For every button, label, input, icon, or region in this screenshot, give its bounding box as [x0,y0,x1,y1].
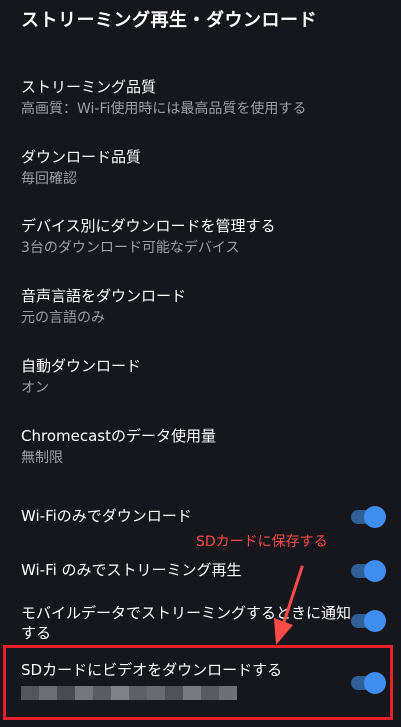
streaming-download-settings-screen: ストリーミング再生・ダウンロード ストリーミング品質 高画質：Wi-Fi使用時に… [0,0,401,727]
annotation-arrow-icon [274,565,304,645]
